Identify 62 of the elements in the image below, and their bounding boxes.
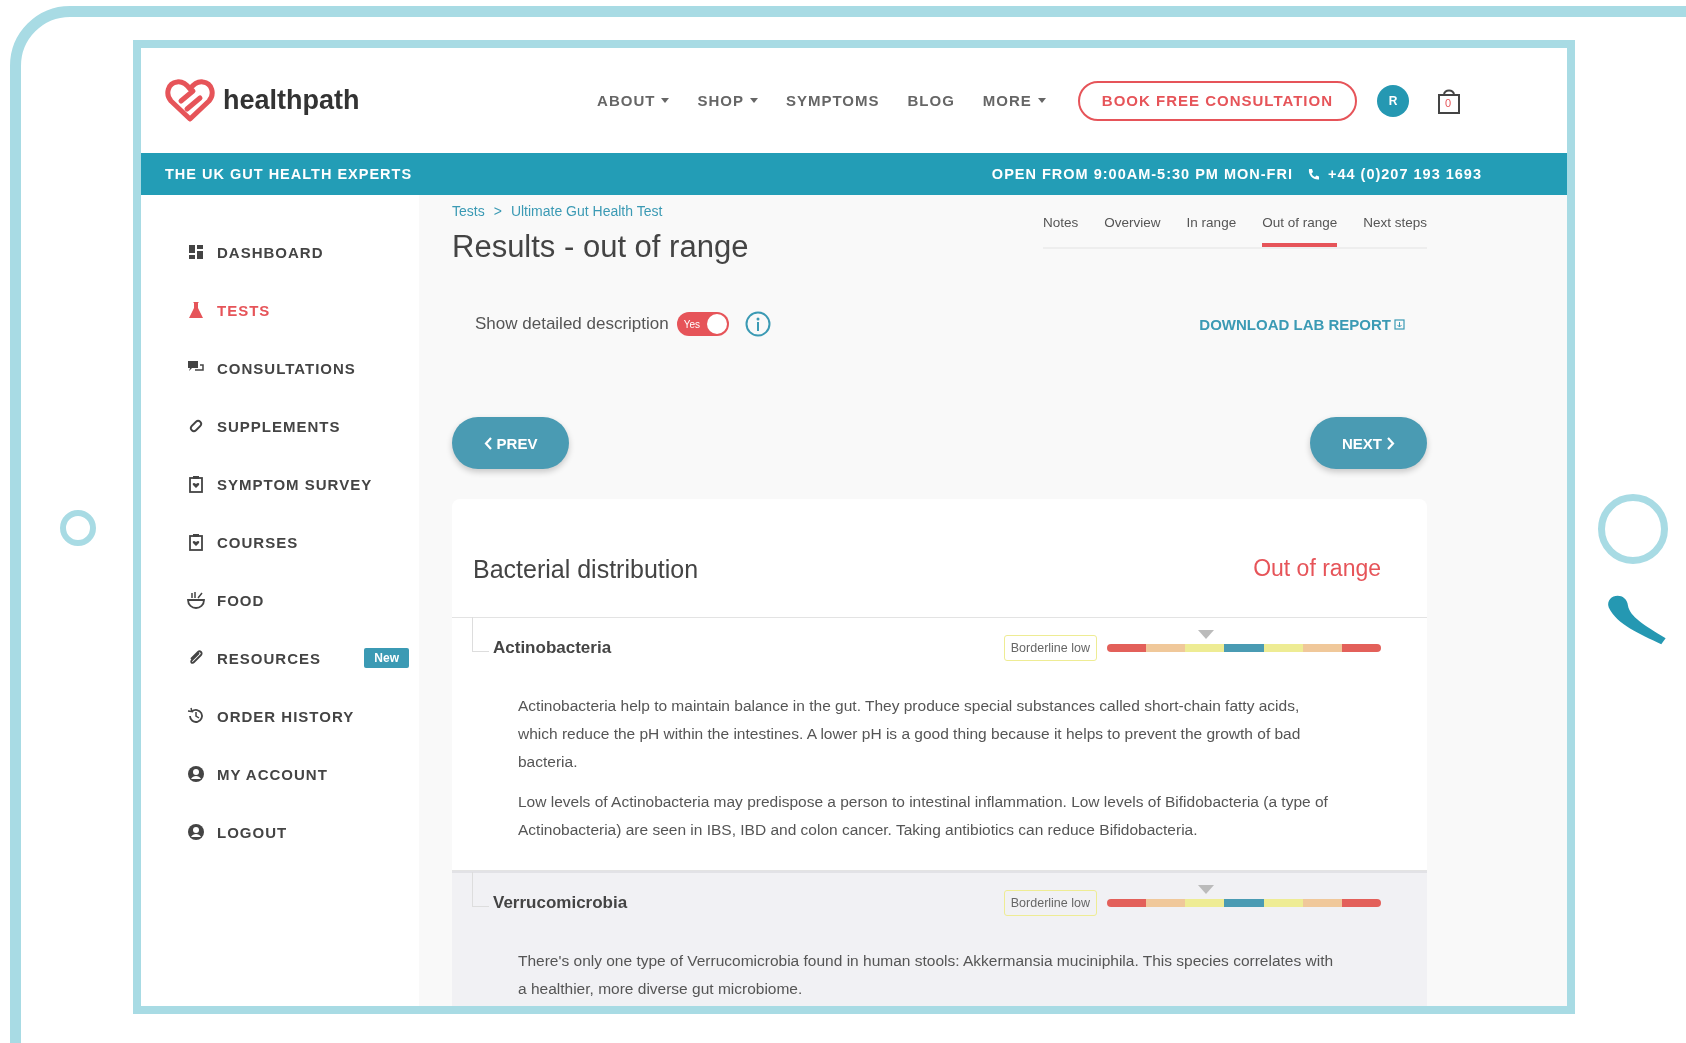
dashboard-icon bbox=[187, 243, 205, 261]
nav-link[interactable]: MORE bbox=[982, 92, 1046, 109]
description-paragraph: Actinobacteria help to maintain balance in the gut. They produce special substances called short-chain fatty acids, which reduce the pH within the intestines. A lower pH is a good thing because it helps to prevent the growth of bad bacteria. bbox=[518, 696, 1302, 772]
nav-link[interactable]: SYMPTOMS bbox=[785, 92, 880, 109]
bowl-icon bbox=[187, 591, 205, 609]
heart-logo-icon bbox=[165, 78, 215, 123]
clipboard-icon bbox=[187, 533, 205, 551]
tab[interactable]: Overview bbox=[1104, 215, 1161, 247]
bandage-icon bbox=[187, 417, 205, 435]
range-tag: Borderline low bbox=[1003, 890, 1097, 916]
brand-name: healthpath bbox=[223, 85, 360, 116]
phone-icon bbox=[1306, 167, 1320, 181]
tab[interactable]: Out of range bbox=[1262, 215, 1338, 247]
sidebar-item[interactable]: ORDER HISTORY bbox=[141, 687, 419, 745]
sidebar-item[interactable]: RESOURCES New bbox=[141, 629, 419, 687]
opening-hours: OPEN FROM 9:00AM-5:30 PM MON-FRI bbox=[991, 166, 1293, 182]
toggle-label: Show detailed description bbox=[475, 314, 669, 334]
range-status: Out of range bbox=[1253, 555, 1381, 582]
chevron-right-icon bbox=[1387, 436, 1395, 450]
tab[interactable]: Notes bbox=[1043, 215, 1079, 247]
user-icon bbox=[187, 823, 205, 841]
ring-decoration bbox=[60, 510, 96, 546]
sidebar-item[interactable]: FOOD bbox=[141, 571, 419, 629]
clip-icon bbox=[187, 649, 205, 667]
sidebar-item[interactable]: CONSULTATIONS bbox=[141, 339, 419, 397]
clipboard-icon bbox=[187, 475, 205, 493]
bacteria-name[interactable]: Actinobacteria bbox=[493, 638, 612, 658]
sidebar-item[interactable]: TESTS bbox=[141, 281, 419, 339]
chevron-left-icon bbox=[483, 436, 492, 450]
cart-count: 0 bbox=[1445, 96, 1452, 109]
sidebar-item[interactable]: LOGOUT bbox=[141, 803, 419, 861]
nav-link[interactable]: SHOP bbox=[697, 92, 758, 109]
range-tag: Borderline low bbox=[1003, 635, 1097, 661]
description-paragraph: Low levels of Actinobacteria may predispose a person to intestinal inflammation. Low levels of Bifidobacteria (a type of Actinobacteria) are seen in IBS, IBD and colon cancer. Taking antibiotics can reduce Bifidobacteria. bbox=[518, 792, 1329, 840]
tagline: THE UK GUT HEALTH EXPERTS bbox=[165, 166, 413, 182]
nav-link[interactable]: ABOUT bbox=[597, 92, 670, 109]
nav-link[interactable]: BLOG bbox=[907, 92, 955, 109]
history-icon bbox=[187, 707, 205, 725]
caret-icon bbox=[749, 98, 758, 103]
tab[interactable]: Next steps bbox=[1363, 215, 1427, 247]
info-icon[interactable] bbox=[744, 311, 771, 337]
caret-icon bbox=[661, 98, 670, 103]
tab[interactable]: In range bbox=[1186, 215, 1237, 247]
book-consultation-button[interactable]: BOOK FREE CONSULTATION bbox=[1077, 80, 1357, 121]
sidebar-item[interactable]: COURSES bbox=[141, 513, 419, 571]
sidebar-item[interactable]: SUPPLEMENTS bbox=[141, 397, 419, 455]
breadcrumb-separator: > bbox=[493, 203, 502, 219]
flask-icon bbox=[187, 301, 205, 319]
user-icon bbox=[187, 765, 205, 783]
cart-button[interactable]: 0 bbox=[1437, 86, 1461, 115]
sidebar-item[interactable]: SYMPTOM SURVEY bbox=[141, 455, 419, 513]
sidebar-item[interactable]: DASHBOARD bbox=[141, 223, 419, 281]
section-title: Bacterial distribution bbox=[473, 555, 699, 584]
bacteria-name[interactable]: Verrucomicrobia bbox=[493, 893, 628, 913]
download-icon bbox=[1394, 318, 1405, 330]
ring-decoration bbox=[1598, 494, 1668, 564]
description-paragraph: There's only one type of Verrucomicrobia found in human stools: Akkermansia muciniphila. This species correlates with a healthier, more diverse gut microbiome. bbox=[518, 951, 1335, 999]
new-badge: New bbox=[364, 648, 409, 668]
page-title: Results - out of range bbox=[452, 229, 749, 265]
description-toggle[interactable]: Yes bbox=[676, 312, 729, 336]
sidebar-item[interactable]: MY ACCOUNT bbox=[141, 745, 419, 803]
caret-icon bbox=[1037, 98, 1046, 103]
